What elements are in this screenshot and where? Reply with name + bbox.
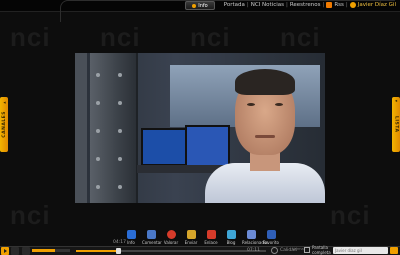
seek-slider[interactable] (76, 248, 266, 254)
rss-link[interactable]: Rss (334, 2, 344, 8)
toolbar-send-button[interactable]: Enviar (182, 230, 200, 245)
send-icon (186, 230, 196, 239)
toolbar-comment-button[interactable]: Comentar (142, 230, 162, 245)
elapsed-time: 04:17 (113, 240, 126, 245)
video-scene-person (205, 63, 325, 203)
channels-tab[interactable]: ▸ CANALES (0, 97, 8, 152)
toolbar-blog-button[interactable]: Blog (222, 230, 240, 245)
arrow-right-icon: ▸ (1, 99, 7, 105)
gear-icon[interactable] (271, 247, 278, 254)
toolbar-rate-button[interactable]: Valorar (162, 230, 180, 245)
rss-icon[interactable] (326, 2, 333, 8)
channels-tab-label: CANALES (1, 111, 7, 138)
stop-button[interactable] (11, 247, 19, 255)
favorite-icon (266, 230, 276, 239)
user-icon (349, 2, 356, 8)
watermark: nci (10, 200, 51, 230)
toolbar-link-button[interactable]: Enlace (202, 230, 220, 245)
info-button[interactable]: Info (185, 1, 215, 10)
quality-value[interactable]: Normal (292, 247, 305, 251)
play-button[interactable] (1, 247, 9, 255)
rate-icon (166, 230, 176, 239)
fullscreen-button[interactable]: Pantalla completa (312, 245, 331, 255)
link-portada[interactable]: Portada (224, 2, 245, 8)
watermark: nci (330, 200, 371, 230)
total-time: 07:11 (247, 248, 260, 253)
top-links: Portada | NCI Noticias | Reestrenos | Rs… (223, 2, 396, 8)
video-player[interactable] (75, 53, 325, 203)
volume-icon[interactable] (22, 247, 30, 255)
list-tab[interactable]: ◂ LISTA (392, 97, 400, 152)
info-dot-icon (192, 3, 197, 8)
blog-icon (226, 230, 236, 239)
info-button-label: Info (198, 2, 208, 9)
watermark: nci (100, 22, 141, 52)
seek-progress (76, 250, 118, 252)
related-icon (246, 230, 256, 239)
seek-handle[interactable] (115, 248, 121, 254)
search-input[interactable]: Javier díaz gil (333, 247, 388, 254)
video-scene-monitor (141, 128, 191, 166)
watermark: nci (10, 22, 51, 52)
volume-slider[interactable] (32, 249, 70, 252)
toolbar-related-button[interactable]: Relacionados (242, 230, 268, 245)
arrow-left-icon: ◂ (393, 99, 399, 105)
search-go-button[interactable] (390, 247, 398, 254)
toolbar-favorite-button[interactable]: Favorito (262, 230, 280, 245)
fullscreen-icon[interactable] (304, 247, 310, 253)
link-nci-noticias[interactable]: NCI Noticias (251, 2, 284, 8)
volume-level (32, 249, 55, 252)
list-tab-label: LISTA (393, 116, 399, 133)
watermark: nci (280, 22, 321, 52)
user-name[interactable]: Javier Díaz Gil (358, 2, 396, 8)
comment-icon (146, 230, 156, 239)
link-icon (206, 230, 216, 239)
info-icon (126, 230, 136, 239)
link-reestrenos[interactable]: Reestrenos (290, 2, 321, 8)
video-scene-door (90, 53, 138, 203)
watermark: nci (190, 22, 231, 52)
